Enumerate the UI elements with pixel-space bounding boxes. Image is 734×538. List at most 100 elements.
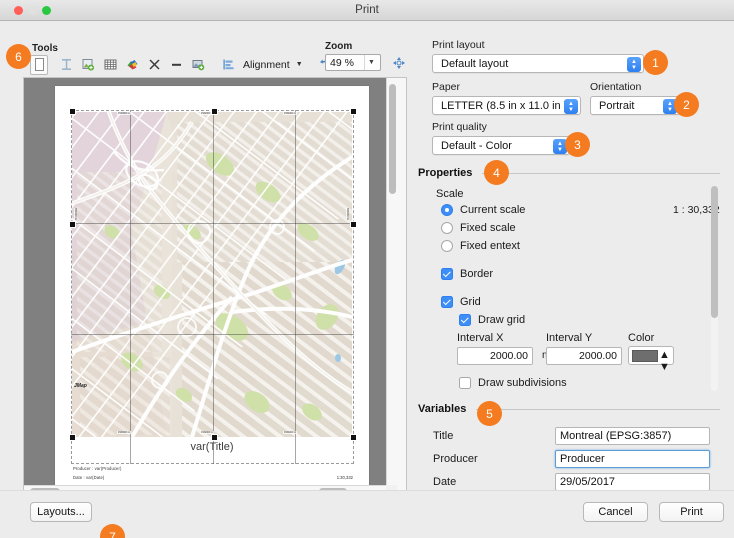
checkbox-label-border: Border <box>460 268 493 280</box>
preview-vertical-scrollbar[interactable] <box>386 78 397 496</box>
selection-handle-top-right[interactable] <box>350 108 357 115</box>
grid-color-picker[interactable]: ▲▼ <box>628 346 674 365</box>
table-tool-button[interactable] <box>100 55 120 74</box>
cancel-button[interactable]: Cancel <box>583 502 648 522</box>
properties-section[interactable]: Scale Current scale 1 : 30,332 Fixed sca… <box>418 184 734 396</box>
radio-indicator-on[interactable] <box>441 204 453 216</box>
radio-indicator-off[interactable] <box>441 240 453 252</box>
zoom-label: Zoom <box>325 41 381 52</box>
text-tool-button[interactable] <box>56 55 76 74</box>
variable-label-producer: Producer <box>433 453 555 465</box>
variable-input-title[interactable]: Montreal (EPSG:3857) <box>555 427 710 445</box>
layouts-button[interactable]: Layouts... <box>30 502 92 522</box>
properties-scroll-thumb[interactable] <box>711 186 718 318</box>
checkbox-draw-grid[interactable]: Draw grid <box>459 314 525 326</box>
selection-handle-middle-left[interactable] <box>69 221 76 228</box>
scale-text: 1:30,332 <box>337 475 353 480</box>
print-quality-label: Print quality <box>432 121 570 133</box>
chevron-down-icon[interactable]: ▼ <box>364 55 378 70</box>
map-title-placeholder[interactable]: var(Title) <box>55 441 369 453</box>
scale-options: Current scale 1 : 30,332 Fixed scale Fix… <box>441 204 701 258</box>
paper-value: LETTER (8.5 in x 11.0 in ) <box>441 100 567 112</box>
selection-handle-bottom-left[interactable] <box>69 434 76 441</box>
paper-select[interactable]: LETTER (8.5 in x 11.0 in ) ▲▼ <box>432 96 581 115</box>
page-tool-button[interactable] <box>30 55 48 75</box>
stepper-icon[interactable]: ▲▼ <box>564 99 578 114</box>
interval-x-input[interactable]: 2000.00 <box>457 347 533 365</box>
delete-tool-button[interactable] <box>144 55 164 74</box>
properties-scrollbar[interactable] <box>711 186 718 391</box>
selection-handle-middle-right[interactable] <box>350 221 357 228</box>
check-indicator-off[interactable] <box>459 377 471 389</box>
stepper-icon[interactable]: ▲▼ <box>627 57 641 72</box>
stepper-icon[interactable]: ▲▼ <box>659 349 671 362</box>
variable-input-producer[interactable]: Producer <box>555 450 710 468</box>
ruler-label-bottom: 1534000 m <box>283 431 297 434</box>
color-layers-icon <box>126 58 139 71</box>
properties-section-title: Properties <box>418 167 472 179</box>
print-preview-panel[interactable]: 1530000 m 1532000 m 1534000 m 1530000 m … <box>23 77 407 506</box>
scale-group-label: Scale <box>436 188 464 200</box>
zoom-control-group: Zoom 49 % ▼ <box>325 41 381 71</box>
radio-fixed-entext[interactable]: Fixed entext <box>441 240 701 252</box>
checkbox-draw-subdivisions[interactable]: Draw subdivisions <box>459 377 567 389</box>
guide-line-vertical <box>213 110 214 464</box>
variable-row-title: Title Montreal (EPSG:3857) <box>433 427 723 445</box>
map-tool-button[interactable] <box>188 55 208 74</box>
properties-section-header: Properties <box>418 167 720 179</box>
print-layout-group: Print layout Default layout ▲▼ <box>432 39 644 73</box>
variable-row-date: Date 29/05/2017 <box>433 473 723 491</box>
radio-indicator-off[interactable] <box>441 222 453 234</box>
radio-fixed-scale[interactable]: Fixed scale <box>441 222 701 234</box>
producer-placeholder[interactable]: Producer : var(Producer) <box>73 466 121 471</box>
selection-handle-bottom-right[interactable] <box>350 434 357 441</box>
preview-vertical-scroll-thumb[interactable] <box>389 84 396 194</box>
zoom-combo[interactable]: 49 % ▼ <box>325 54 381 71</box>
variable-input-date[interactable]: 29/05/2017 <box>555 473 710 491</box>
checkbox-label-draw-subdivisions: Draw subdivisions <box>478 377 567 389</box>
annotation-badge-3: 3 <box>565 132 590 157</box>
legend-tool-button[interactable] <box>122 55 142 74</box>
tools-toolbar: Alignment ▼ <box>30 54 337 75</box>
radio-current-scale[interactable]: Current scale 1 : 30,332 <box>441 204 701 216</box>
section-rule <box>476 409 720 410</box>
date-placeholder[interactable]: Date : var(Date) <box>73 475 104 480</box>
image-tool-button[interactable] <box>78 55 98 74</box>
orientation-value: Portrait <box>599 100 634 112</box>
line-tool-button[interactable] <box>166 55 186 74</box>
print-quality-select[interactable]: Default - Color ▲▼ <box>432 136 570 155</box>
print-button[interactable]: Print <box>659 502 724 522</box>
alignment-dropdown-caret[interactable]: ▼ <box>296 61 303 68</box>
x-cross-icon <box>148 58 161 71</box>
print-layout-select[interactable]: Default layout ▲▼ <box>432 54 644 73</box>
map-add-icon <box>192 58 205 71</box>
page-sheet[interactable]: 1530000 m 1532000 m 1534000 m 1530000 m … <box>55 86 369 492</box>
check-indicator-on[interactable] <box>441 296 453 308</box>
map-graphic <box>72 112 352 437</box>
alignment-icon-button[interactable] <box>218 55 238 74</box>
map-preview-image[interactable] <box>72 112 352 437</box>
checkbox-border[interactable]: Border <box>441 268 493 280</box>
fit-to-page-button[interactable] <box>390 54 408 72</box>
annotation-badge-6: 6 <box>6 44 31 69</box>
radio-label-fixed-entext: Fixed entext <box>460 240 520 252</box>
selection-handle-top-center[interactable] <box>211 108 218 115</box>
preview-canvas[interactable]: 1530000 m 1532000 m 1534000 m 1530000 m … <box>24 78 397 496</box>
interval-y-input[interactable]: 2000.00 <box>546 347 622 365</box>
selection-handle-top-left[interactable] <box>69 108 76 115</box>
variables-rows: Title Montreal (EPSG:3857) Producer Prod… <box>433 427 723 496</box>
paper-group: Paper LETTER (8.5 in x 11.0 in ) ▲▼ <box>432 81 581 115</box>
checkbox-grid[interactable]: Grid <box>441 296 481 308</box>
selection-handle-bottom-center[interactable] <box>211 434 218 441</box>
alignment-label[interactable]: Alignment <box>243 59 290 71</box>
page-icon <box>35 58 44 71</box>
radio-label-fixed-scale: Fixed scale <box>460 222 516 234</box>
jmap-logo: JMap <box>74 383 87 389</box>
check-indicator-on[interactable] <box>441 268 453 280</box>
orientation-select[interactable]: Portrait ▲▼ <box>590 96 680 115</box>
image-add-icon <box>82 58 95 71</box>
check-indicator-on[interactable] <box>459 314 471 326</box>
variables-section-header: Variables <box>418 403 720 415</box>
guide-line-vertical <box>130 110 131 464</box>
ruler-label-left: 5050000 m <box>74 208 77 220</box>
